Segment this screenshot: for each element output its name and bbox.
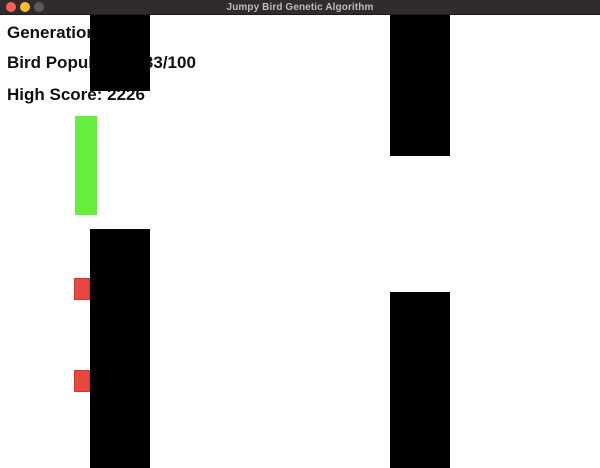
game-canvas[interactable]: Generation: 1 Bird Population: 33/100 Hi… xyxy=(0,15,600,468)
best-bird xyxy=(75,116,97,215)
title-bar: Jumpy Bird Genetic Algorithm xyxy=(0,0,600,15)
pipe-bottom xyxy=(390,292,450,468)
bird xyxy=(74,370,90,392)
window-title: Jumpy Bird Genetic Algorithm xyxy=(226,2,374,13)
pipe-bottom xyxy=(90,229,150,468)
app-window: Jumpy Bird Genetic Algorithm Generation:… xyxy=(0,0,600,468)
pipe-top xyxy=(390,15,450,156)
bird xyxy=(74,278,90,300)
pipe-top xyxy=(90,15,150,91)
